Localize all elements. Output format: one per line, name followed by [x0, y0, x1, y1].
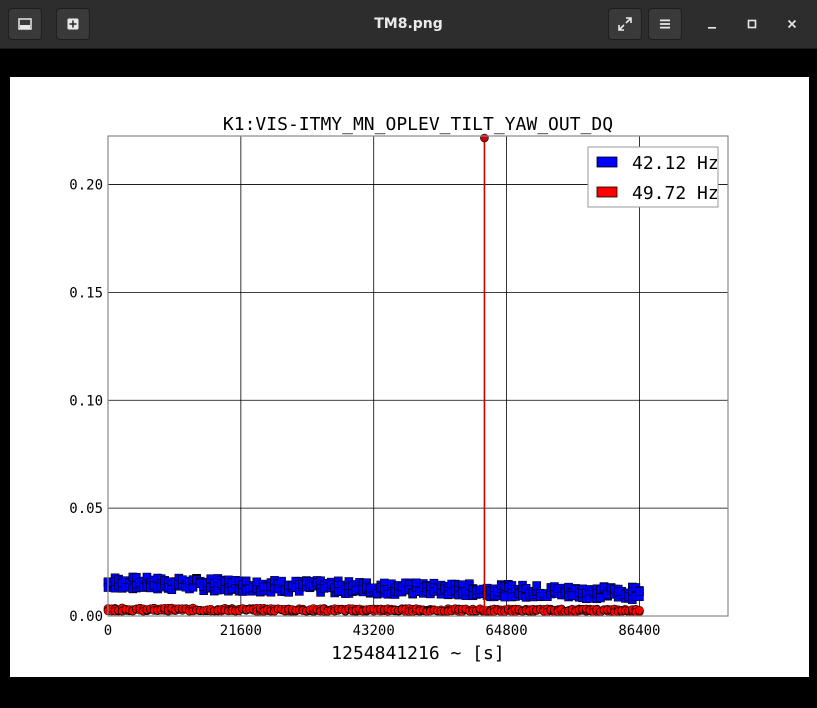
- plus-icon: [67, 18, 79, 30]
- legend-label: 49.72 Hz: [632, 183, 719, 204]
- close-button[interactable]: [776, 8, 808, 40]
- y-tick-label: 0.05: [69, 501, 103, 517]
- legend-label: 42.12 Hz: [632, 153, 719, 174]
- maximize-button[interactable]: [736, 8, 768, 40]
- window-title: TM8.png: [374, 16, 443, 32]
- data-point: [532, 581, 541, 590]
- x-tick-label: 0: [104, 623, 112, 639]
- minimize-button[interactable]: [696, 8, 728, 40]
- close-icon: [787, 19, 797, 29]
- y-tick-labels: 0.00 0.05 0.10 0.15 0.20: [69, 178, 103, 625]
- x-tick-label: 21600: [220, 623, 262, 639]
- y-tick-label: 0.15: [69, 285, 103, 301]
- series-49-72-hz: [103, 603, 644, 617]
- title-bar: TM8.png: [0, 0, 817, 49]
- x-axis-label: 1254841216 ~ [s]: [331, 643, 504, 664]
- legend-swatch-blue: [596, 156, 618, 168]
- grid: [107, 136, 728, 617]
- x-tick-label: 43200: [353, 623, 395, 639]
- expand-icon: [618, 17, 632, 31]
- x-tick-labels: 0 21600 43200 64800 86400: [104, 623, 661, 639]
- hamburger-icon: [660, 19, 670, 29]
- open-image-button[interactable]: [8, 8, 42, 40]
- fullscreen-button[interactable]: [608, 8, 642, 40]
- new-window-button[interactable]: [56, 8, 90, 40]
- y-tick-label: 0.20: [69, 178, 103, 194]
- legend-swatch-red: [596, 186, 618, 198]
- y-tick-label: 0.00: [69, 609, 103, 625]
- chart: 0 21600 43200 64800 86400 0.000.050.100.150.…: [69, 114, 729, 664]
- x-tick-label: 64800: [485, 623, 527, 639]
- spike-marker: [480, 133, 489, 143]
- chart-title: K1:VIS-ITMY_MN_OPLEV_TILT_YAW_OUT_DQ: [223, 114, 613, 135]
- plot-frame: [107, 135, 729, 617]
- y-tick-label: 0.10: [69, 393, 103, 409]
- image-icon: [18, 18, 32, 30]
- maximize-icon: [747, 19, 757, 29]
- legend: 42.12 Hz 49.72 Hz: [587, 146, 719, 208]
- image-canvas: 0 21600 43200 64800 86400 0.00 0.05 0.10 0.15 0.…: [10, 77, 809, 677]
- data-point: [635, 587, 644, 596]
- x-tick-label: 86400: [618, 623, 660, 639]
- menu-button[interactable]: [648, 8, 682, 40]
- minimize-icon: [708, 27, 716, 29]
- data-point: [635, 605, 644, 615]
